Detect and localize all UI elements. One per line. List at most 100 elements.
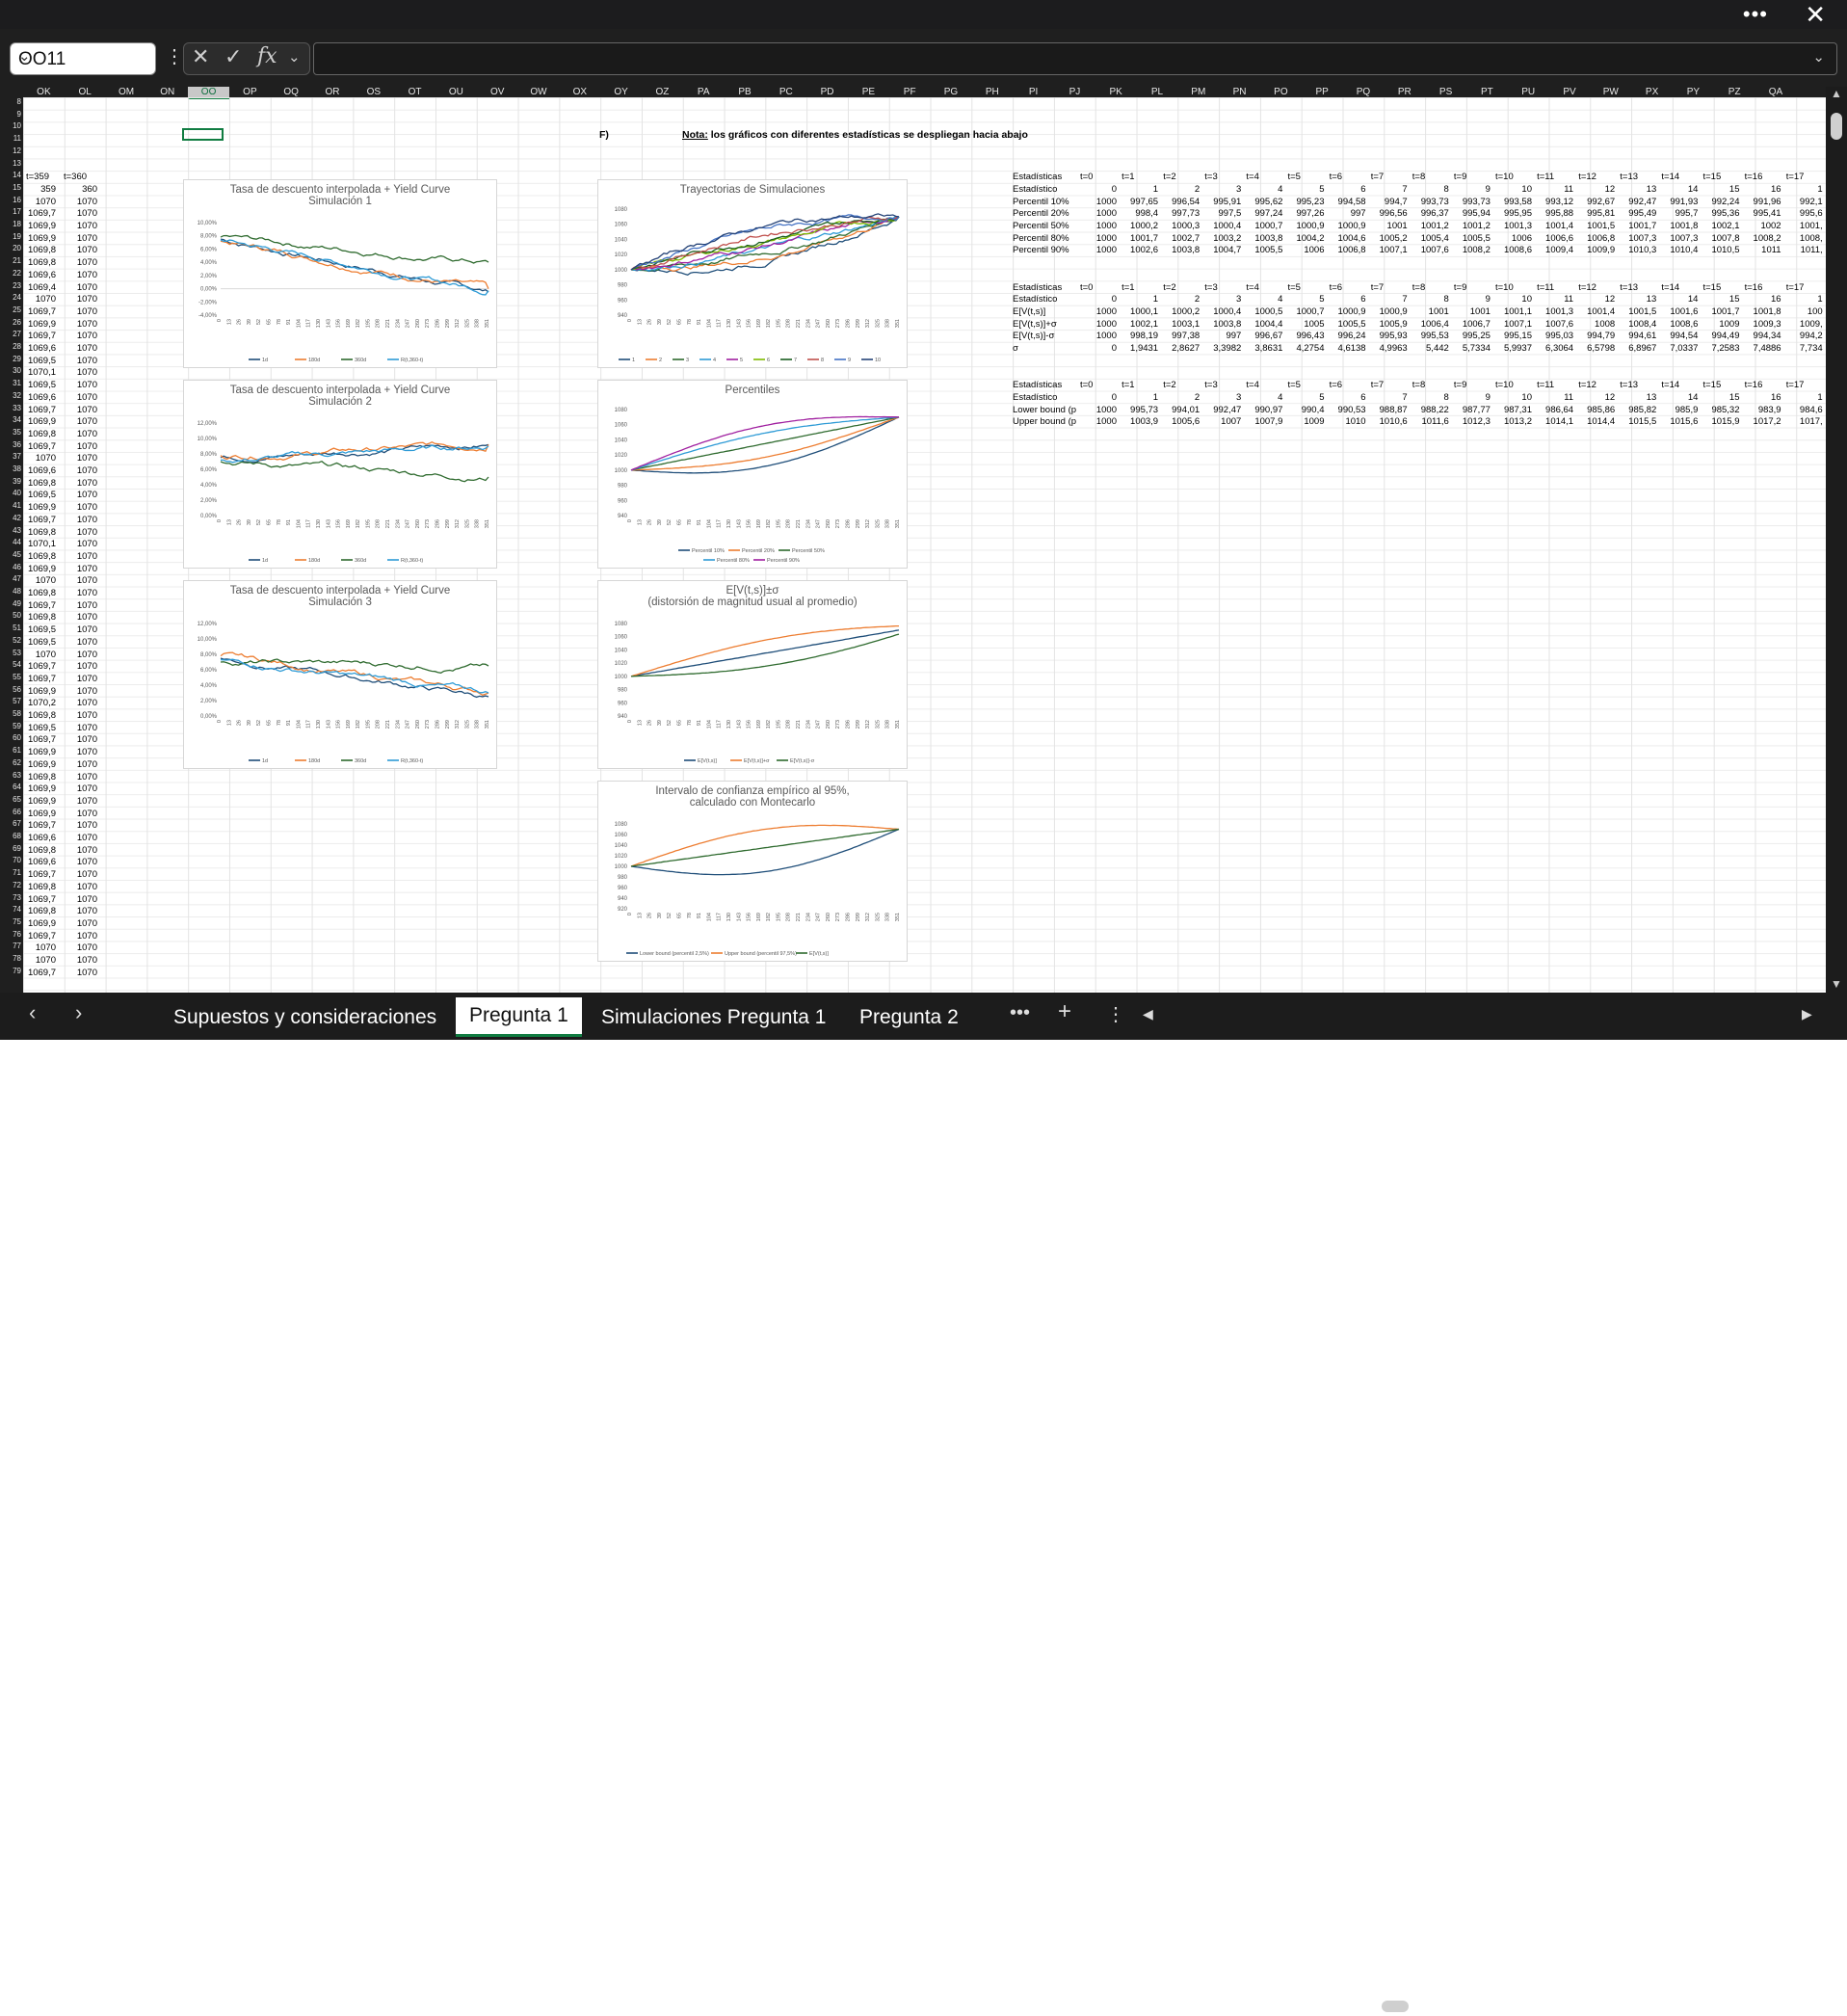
column-header-pz[interactable]: PZ [1714, 87, 1755, 97]
row-header-72[interactable]: 72 [0, 881, 21, 893]
scrollbar-thumb[interactable] [1831, 113, 1842, 140]
column-header-pv[interactable]: PV [1549, 87, 1591, 97]
add-sheet-icon[interactable]: + [1058, 998, 1071, 1025]
hscroll-thumb[interactable] [1382, 2001, 1409, 2012]
row-header-68[interactable]: 68 [0, 832, 21, 844]
row-header-56[interactable]: 56 [0, 685, 21, 698]
row-header-24[interactable]: 24 [0, 293, 21, 305]
column-header-pg[interactable]: PG [931, 87, 972, 97]
column-header-pt[interactable]: PT [1466, 87, 1508, 97]
row-header-31[interactable]: 31 [0, 379, 21, 391]
column-header-om[interactable]: OM [106, 87, 147, 97]
scroll-left-icon[interactable]: ◀ [1143, 1006, 1153, 1022]
tab-supuestos[interactable]: Supuestos y consideraciones [160, 1000, 450, 1035]
row-header-57[interactable]: 57 [0, 697, 21, 709]
row-header-28[interactable]: 28 [0, 342, 21, 355]
row-header-77[interactable]: 77 [0, 942, 21, 954]
row-header-9[interactable]: 9 [0, 110, 21, 122]
column-header-pb[interactable]: PB [725, 87, 766, 97]
row-header-58[interactable]: 58 [0, 709, 21, 722]
row-header-34[interactable]: 34 [0, 415, 21, 428]
column-header-px[interactable]: PX [1631, 87, 1673, 97]
row-header-25[interactable]: 25 [0, 305, 21, 318]
column-header-pk[interactable]: PK [1095, 87, 1137, 97]
insert-function-icon[interactable]: fx [257, 44, 277, 68]
column-header-ph[interactable]: PH [971, 87, 1013, 97]
row-header-71[interactable]: 71 [0, 868, 21, 881]
row-header-30[interactable]: 30 [0, 366, 21, 379]
column-header-pj[interactable]: PJ [1054, 87, 1095, 97]
column-header-ol[interactable]: OL [65, 87, 106, 97]
column-header-ox[interactable]: OX [559, 87, 600, 97]
cancel-icon[interactable]: ✕ [192, 44, 209, 69]
row-header-36[interactable]: 36 [0, 440, 21, 453]
row-header-22[interactable]: 22 [0, 269, 21, 281]
row-header-20[interactable]: 20 [0, 244, 21, 256]
row-header-42[interactable]: 42 [0, 514, 21, 526]
scroll-down-icon[interactable]: ▼ [1831, 977, 1842, 991]
column-header-qa[interactable]: QA [1755, 87, 1797, 97]
row-header-62[interactable]: 62 [0, 758, 21, 771]
column-header-pw[interactable]: PW [1590, 87, 1631, 97]
row-header-21[interactable]: 21 [0, 256, 21, 269]
row-header-46[interactable]: 46 [0, 563, 21, 575]
row-header-35[interactable]: 35 [0, 428, 21, 440]
confirm-check-icon[interactable]: ✓ [224, 44, 242, 69]
row-header-65[interactable]: 65 [0, 795, 21, 808]
row-header-19[interactable]: 19 [0, 232, 21, 245]
tab-pregunta-1[interactable]: Pregunta 1 [456, 997, 582, 1037]
column-header-pu[interactable]: PU [1508, 87, 1549, 97]
row-header-37[interactable]: 37 [0, 452, 21, 464]
row-header-11[interactable]: 11 [0, 134, 21, 146]
row-header-67[interactable]: 67 [0, 819, 21, 832]
column-header-ot[interactable]: OT [394, 87, 435, 97]
scroll-up-icon[interactable]: ▲ [1831, 87, 1842, 100]
row-header-60[interactable]: 60 [0, 733, 21, 746]
row-header-79[interactable]: 79 [0, 967, 21, 979]
column-header-po[interactable]: PO [1260, 87, 1302, 97]
row-header-14[interactable]: 14 [0, 171, 21, 183]
column-header-ov[interactable]: OV [477, 87, 518, 97]
column-header-ou[interactable]: OU [435, 87, 477, 97]
row-header-43[interactable]: 43 [0, 526, 21, 539]
row-header-70[interactable]: 70 [0, 856, 21, 868]
row-header-13[interactable]: 13 [0, 159, 21, 172]
row-header-50[interactable]: 50 [0, 611, 21, 623]
row-header-26[interactable]: 26 [0, 318, 21, 331]
row-header-55[interactable]: 55 [0, 673, 21, 685]
chart-4[interactable]: Trayectorias de Simulaciones 1080 1060 1040… [597, 179, 908, 368]
column-header-pp[interactable]: PP [1302, 87, 1343, 97]
row-header-66[interactable]: 66 [0, 808, 21, 820]
chevron-down-icon[interactable]: ⌄ [288, 48, 301, 66]
column-header-on[interactable]: ON [146, 87, 188, 97]
column-header-pc[interactable]: PC [765, 87, 806, 97]
chart-5[interactable]: Percentiles 1080 1060 1040 1020 1000 980 960 940… [597, 380, 908, 569]
column-header-ps[interactable]: PS [1425, 87, 1466, 97]
row-header-47[interactable]: 47 [0, 574, 21, 587]
row-header-10[interactable]: 10 [0, 121, 21, 134]
column-header-oy[interactable]: OY [600, 87, 642, 97]
row-header-75[interactable]: 75 [0, 917, 21, 930]
row-header-17[interactable]: 17 [0, 207, 21, 220]
row-header-64[interactable]: 64 [0, 783, 21, 795]
vertical-scrollbar[interactable]: ▲ ▼ [1826, 87, 1847, 993]
more-sheets-icon[interactable]: ••• [1010, 1002, 1030, 1024]
chart-6[interactable]: E[V(t,s)]±σ (distorsión de magnitud usual… [597, 580, 908, 769]
chart-1[interactable]: Tasa de descuento interpolada + Yield Cu… [183, 179, 497, 368]
column-header-pd[interactable]: PD [806, 87, 848, 97]
column-header-oz[interactable]: OZ [642, 87, 683, 97]
column-header-py[interactable]: PY [1673, 87, 1714, 97]
column-header-pi[interactable]: PI [1013, 87, 1054, 97]
column-header-ow[interactable]: OW [518, 87, 560, 97]
column-header-pr[interactable]: PR [1384, 87, 1425, 97]
expand-formula-icon[interactable]: ⌄ [1812, 48, 1825, 66]
row-header-29[interactable]: 29 [0, 355, 21, 367]
chart-2[interactable]: Tasa de descuento interpolada + Yield Cu… [183, 380, 497, 569]
row-header-69[interactable]: 69 [0, 844, 21, 857]
column-header-oq[interactable]: OQ [271, 87, 312, 97]
row-header-76[interactable]: 76 [0, 930, 21, 942]
row-header-23[interactable]: 23 [0, 281, 21, 294]
horizontal-scrollbar[interactable] [1147, 1997, 1821, 2016]
selected-cell[interactable] [182, 128, 224, 141]
prev-sheet-icon[interactable]: ‹ [29, 1000, 36, 1025]
